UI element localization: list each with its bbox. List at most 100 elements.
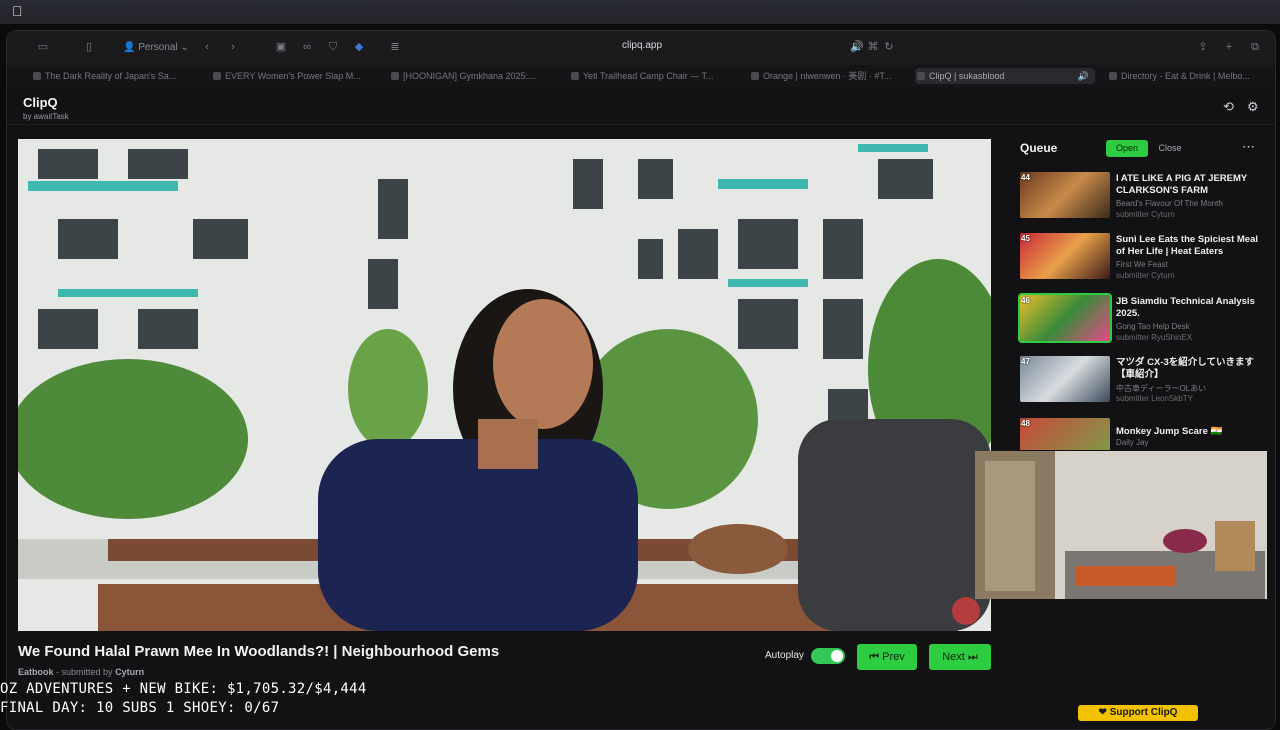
shield-icon[interactable]: ⛉ — [325, 40, 341, 54]
tab-item[interactable]: Orange | niwenwen · 美剧 · #T... — [749, 68, 909, 84]
channel-name[interactable]: Eatbook — [18, 667, 54, 677]
favicon-icon — [571, 72, 579, 80]
forward-icon[interactable]: › — [225, 40, 241, 54]
submitted-prefix: - submitted by — [56, 667, 113, 677]
video-meta: Eatbook - submitted by Cyturn — [18, 667, 144, 677]
queue-item-title: Monkey Jump Scare 🇮🇳 — [1116, 426, 1223, 437]
profile-label: Personal — [138, 42, 178, 53]
favicon-icon — [213, 72, 221, 80]
prev-button[interactable]: ⏮ Prev — [857, 644, 917, 670]
tab-label: ClipQ | sukasblood — [929, 71, 1005, 81]
tab-item-active[interactable]: ClipQ | sukasblood 🔊 — [915, 68, 1095, 84]
support-label: Support ClipQ — [1109, 707, 1178, 718]
speaker-icon[interactable]: 🔊 — [849, 40, 865, 54]
ellipsis-icon[interactable]: ⋯ — [1242, 139, 1255, 155]
queue-open-button[interactable]: Open — [1106, 140, 1148, 157]
queue-item-submitter: submitter Cyturn — [1116, 271, 1175, 280]
blue-extension-icon[interactable]: ◆ — [351, 40, 367, 54]
queue-item[interactable]: 47 マツダ CX-3を紹介していきます【車紹介】 中古車ディーラーOLあい s… — [1020, 356, 1270, 406]
tab-label: EVERY Women's Power Slap M... — [225, 71, 361, 81]
queue-item-channel: 中古車ディーラーOLあい — [1116, 384, 1207, 393]
video-player[interactable] — [18, 139, 991, 631]
queue-item-submitter: submitter RyuShinEX — [1116, 333, 1193, 342]
favicon-icon — [1109, 72, 1117, 80]
queue-item[interactable]: 48 Monkey Jump Scare 🇮🇳 Daily Jay — [1020, 418, 1270, 450]
queue-item[interactable]: 45 Suni Lee Eats the Spiciest Meal of He… — [1020, 233, 1270, 283]
profile-selector[interactable]: 👤 Personal ⌄ — [115, 39, 197, 57]
tab-audio-icon[interactable]: 🔊 — [1078, 68, 1089, 84]
next-button[interactable]: Next ⏭ — [929, 644, 991, 670]
person-icon: 👤 — [123, 42, 136, 53]
queue-thumbnail: 44 — [1020, 172, 1110, 218]
share-icon[interactable]: ⇪ — [1195, 40, 1211, 54]
apple-logo-icon[interactable]:  — [12, 3, 23, 19]
tab-label: Yeti Trailhead Camp Chair — T... — [583, 71, 714, 81]
stream-sub-goal-text: FINAL DAY: 10 SUBS 1 SHOEY: 0/67 — [0, 700, 280, 716]
webcam-overlay — [975, 451, 1267, 599]
queue-number: 45 — [1021, 234, 1030, 243]
tab-item[interactable]: [HOONIGAN] Gymkhana 2025:... — [389, 68, 549, 84]
tab-label: The Dark Reality of Japan's Sa... — [45, 71, 177, 81]
autoplay-label: Autoplay — [765, 650, 804, 661]
tabs-overview-icon[interactable]: ▭ — [35, 40, 51, 54]
tab-item[interactable]: Directory - Eat & Drink | Melbo... — [1107, 68, 1273, 84]
back-icon[interactable]: ‹ — [199, 40, 215, 54]
video-frame — [18, 139, 991, 631]
queue-item-channel: Beard's Flavour Of The Month — [1116, 199, 1223, 208]
app-header: ClipQ by awaitTask ⟲ ⚙ — [7, 87, 1275, 125]
reader-icon[interactable]: ≣ — [387, 40, 403, 54]
translate-icon[interactable]: ⌘ — [865, 40, 881, 54]
video-title: We Found Halal Prawn Mee In Woodlands?! … — [18, 643, 500, 660]
queue-number: 48 — [1021, 419, 1030, 428]
app-byline: by awaitTask — [23, 112, 69, 121]
queue-item-submitter: submitter LeonSkbTY — [1116, 394, 1193, 403]
sidebar-icon[interactable]: ▯ — [81, 40, 97, 54]
browser-toolbar: ▭ ▯ 👤 Personal ⌄ ‹ › ▣ ∞ ⛉ ◆ ≣ clipq.app… — [7, 31, 1275, 65]
reload-icon[interactable]: ↻ — [881, 40, 897, 54]
stream-goal-text: OZ ADVENTURES + NEW BIKE: $1,705.32/$4,4… — [0, 681, 367, 697]
queue-item-title: Suni Lee Eats the Spiciest Meal of Her L… — [1116, 234, 1259, 257]
toggle-knob — [831, 650, 843, 662]
new-tab-icon[interactable]: + — [1221, 40, 1237, 54]
favicon-icon — [751, 72, 759, 80]
settings-sliders-icon[interactable]: ⚙ — [1247, 99, 1259, 115]
queue-item-title: マツダ CX-3を紹介していきます【車紹介】 — [1116, 357, 1254, 380]
submitter-name: Cyturn — [115, 667, 145, 677]
tab-overview-icon[interactable]: ⧉ — [1247, 40, 1263, 54]
queue-thumbnail: 47 — [1020, 356, 1110, 402]
queue-number: 46 — [1021, 296, 1030, 305]
webcam-frame — [975, 451, 1267, 599]
queue-thumbnail: 45 — [1020, 233, 1110, 279]
glasses-icon[interactable]: ∞ — [299, 40, 315, 54]
tab-item[interactable]: EVERY Women's Power Slap M... — [211, 68, 371, 84]
queue-item-channel: Daily Jay — [1116, 438, 1149, 447]
support-button[interactable]: ❤ Support ClipQ — [1078, 705, 1198, 721]
queue-item-title: JB Siamdiu Technical Analysis 2025. — [1116, 296, 1255, 319]
queue-item-current[interactable]: 46 JB Siamdiu Technical Analysis 2025. G… — [1018, 293, 1270, 345]
favicon-icon — [391, 72, 399, 80]
queue-number: 47 — [1021, 357, 1030, 366]
queue-title: Queue — [1020, 141, 1058, 155]
extension-icon[interactable]: ▣ — [273, 40, 289, 54]
heart-icon: ❤ — [1098, 707, 1107, 718]
address-bar[interactable]: clipq.app — [567, 40, 717, 51]
autoplay-toggle[interactable] — [811, 648, 845, 664]
tab-label: Directory - Eat & Drink | Melbo... — [1121, 71, 1250, 81]
queue-item[interactable]: 44 I ATE LIKE A PIG AT JEREMY CLARKSON'S… — [1020, 172, 1270, 222]
queue-close-button[interactable]: Close — [1150, 140, 1190, 157]
queue-thumbnail: 48 — [1020, 418, 1110, 450]
history-icon[interactable]: ⟲ — [1223, 99, 1234, 115]
tab-item[interactable]: The Dark Reality of Japan's Sa... — [31, 68, 191, 84]
queue-number: 44 — [1021, 173, 1030, 182]
tab-label: Orange | niwenwen · 美剧 · #T... — [763, 71, 892, 81]
queue-item-channel: Gong Tao Help Desk — [1116, 322, 1190, 331]
queue-item-submitter: submitter Cyturn — [1116, 210, 1175, 219]
queue-item-channel: First We Feast — [1116, 260, 1168, 269]
favicon-icon — [33, 72, 41, 80]
favicon-icon — [917, 72, 925, 80]
tab-item[interactable]: Yeti Trailhead Camp Chair — T... — [569, 68, 729, 84]
app-title: ClipQ — [23, 95, 58, 110]
queue-thumbnail: 46 — [1018, 293, 1112, 343]
queue-item-title: I ATE LIKE A PIG AT JEREMY CLARKSON'S FA… — [1116, 173, 1248, 196]
os-menubar:  — [0, 0, 1280, 24]
